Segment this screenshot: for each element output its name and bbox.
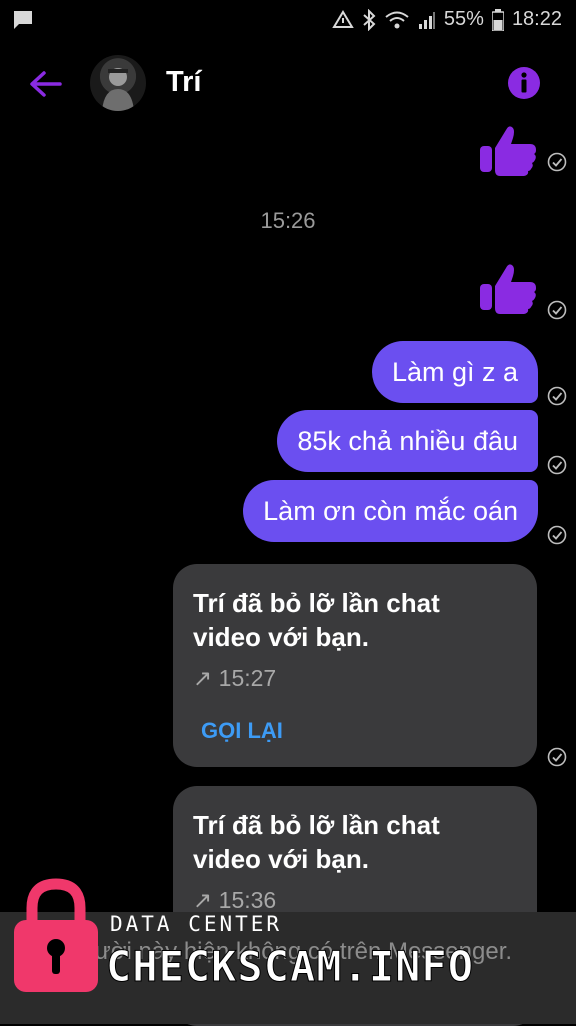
chat-header: Trí (0, 44, 576, 124)
signal-icon (418, 11, 435, 29)
status-bar: 55% 18:22 (0, 0, 576, 40)
watermark-subtitle: DATA CENTER (110, 912, 283, 936)
sent-check-icon (547, 455, 567, 475)
sync-icon (332, 9, 354, 28)
call-back-button[interactable]: GỌI LẠI (201, 718, 283, 744)
avatar-image (102, 68, 134, 111)
sent-check-icon (547, 152, 567, 172)
watermark-title: CHECKSCAM.INFO (105, 942, 475, 992)
missed-call-text: Trí đã bỏ lỡ lần chat video với bạn. (193, 588, 440, 652)
battery-percent: 55% (443, 8, 484, 30)
bluetooth-icon (363, 8, 376, 31)
lock-icon (14, 878, 98, 992)
missed-call-time: ↗ 15:27 (193, 665, 277, 691)
status-icons: 55% 18:22 (332, 8, 562, 31)
sent-check-icon (547, 386, 567, 406)
avatar[interactable] (90, 55, 146, 111)
message-bubble[interactable]: Làm ơn còn mắc oán (243, 480, 538, 542)
message-bubble[interactable]: Làm gì z a (371, 341, 538, 403)
time-separator: 15:26 (260, 208, 316, 233)
thumbs-up-icon (480, 126, 536, 176)
back-arrow-icon[interactable] (26, 64, 66, 104)
clock: 18:22 (511, 8, 562, 30)
missed-call-card[interactable]: Trí đã bỏ lỡ lần chat video với bạn. ↗ 1… (173, 564, 537, 767)
contact-name[interactable]: Trí (166, 66, 201, 99)
sent-check-icon (547, 525, 567, 545)
battery-icon (491, 8, 504, 31)
missed-call-text: Trí đã bỏ lỡ lần chat video với bạn. (193, 810, 440, 874)
message-bubble[interactable]: 85k chả nhiều đâu (277, 410, 538, 472)
sent-check-icon (547, 300, 567, 320)
info-icon[interactable] (507, 66, 541, 100)
missed-call-time: ↗ 15:36 (193, 887, 277, 913)
thumbs-up-icon (480, 264, 536, 314)
sent-check-icon (547, 747, 567, 767)
message-icon (14, 11, 32, 29)
wifi-icon (385, 11, 409, 28)
